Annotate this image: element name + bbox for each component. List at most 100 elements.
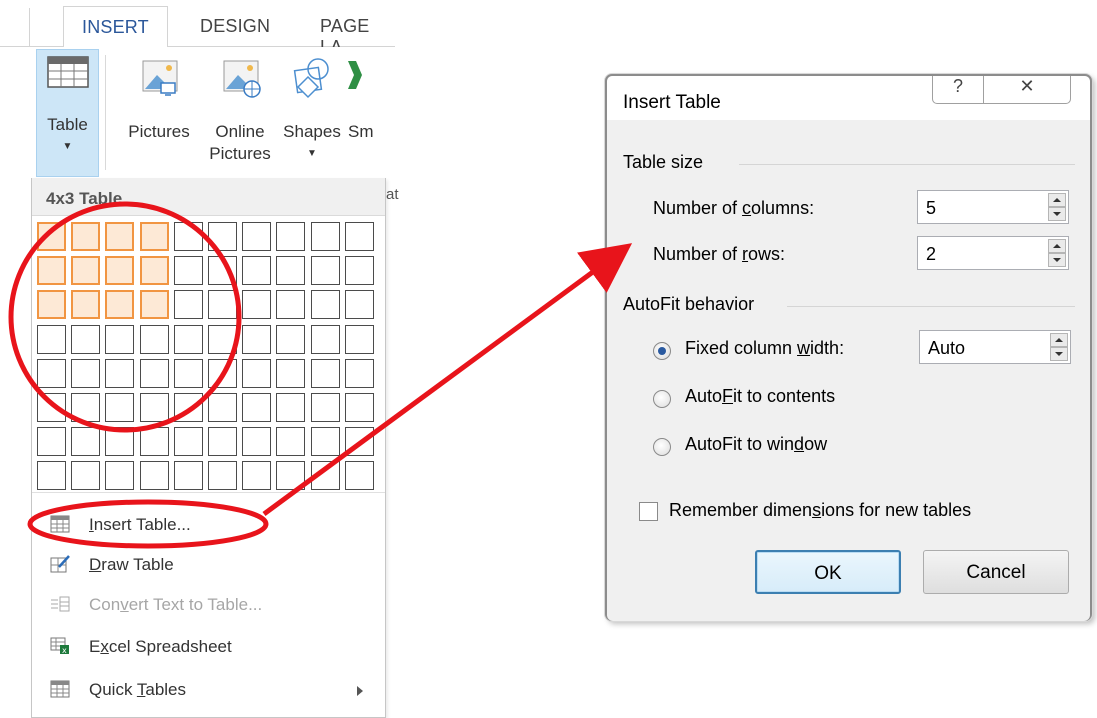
- grid-cell-selected[interactable]: [71, 222, 101, 251]
- grid-cell[interactable]: [105, 324, 135, 354]
- grid-cell-selected[interactable]: [71, 256, 101, 286]
- grid-cell[interactable]: [276, 393, 306, 422]
- rows-up-button[interactable]: [1048, 239, 1066, 253]
- grid-cell-selected[interactable]: [71, 290, 101, 320]
- menu-item-quick-tables[interactable]: Quick Tables: [32, 670, 385, 710]
- grid-cell[interactable]: [344, 358, 374, 388]
- remember-dimensions-checkbox[interactable]: [639, 502, 658, 521]
- close-button[interactable]: ✕: [983, 76, 1071, 104]
- grid-cell[interactable]: [71, 461, 101, 491]
- grid-cell[interactable]: [208, 256, 237, 286]
- cancel-button[interactable]: Cancel: [923, 550, 1069, 594]
- columns-spinner[interactable]: 5: [917, 190, 1069, 224]
- grid-cell[interactable]: [173, 393, 203, 422]
- table-button[interactable]: Table ▼: [36, 49, 99, 177]
- grid-cell[interactable]: [310, 358, 340, 388]
- grid-cell[interactable]: [173, 358, 203, 388]
- grid-cell[interactable]: [242, 290, 272, 320]
- menu-item-convert-text[interactable]: Convert Text to Table...: [32, 585, 385, 625]
- tab-design[interactable]: DESIGN: [200, 16, 270, 37]
- grid-cell-selected[interactable]: [105, 290, 135, 320]
- grid-cell[interactable]: [276, 222, 306, 251]
- grid-cell[interactable]: [276, 427, 306, 457]
- grid-cell-selected[interactable]: [139, 256, 169, 286]
- grid-cell[interactable]: [344, 461, 374, 491]
- grid-cell-selected[interactable]: [139, 222, 169, 251]
- grid-cell[interactable]: [71, 393, 101, 422]
- grid-cell[interactable]: [208, 222, 237, 251]
- grid-cell[interactable]: [344, 222, 374, 251]
- menu-item-draw-table[interactable]: Draw Table: [32, 545, 385, 585]
- columns-down-button[interactable]: [1048, 207, 1066, 221]
- grid-cell[interactable]: [344, 256, 374, 286]
- grid-cell[interactable]: [173, 461, 203, 491]
- grid-cell[interactable]: [105, 393, 135, 422]
- grid-cell[interactable]: [139, 324, 169, 354]
- grid-cell-selected[interactable]: [37, 222, 66, 251]
- grid-cell[interactable]: [242, 358, 272, 388]
- grid-cell[interactable]: [344, 393, 374, 422]
- grid-cell[interactable]: [139, 461, 169, 491]
- smartart-button[interactable]: Sm: [346, 55, 395, 143]
- autofit-contents-radio[interactable]: [653, 390, 671, 408]
- grid-cell[interactable]: [208, 461, 237, 491]
- grid-cell[interactable]: [71, 427, 101, 457]
- grid-cell-selected[interactable]: [105, 222, 135, 251]
- grid-cell[interactable]: [173, 222, 203, 251]
- grid-cell[interactable]: [310, 393, 340, 422]
- grid-cell[interactable]: [310, 256, 340, 286]
- grid-cell[interactable]: [310, 461, 340, 491]
- grid-cell[interactable]: [276, 256, 306, 286]
- grid-cell-selected[interactable]: [37, 256, 66, 286]
- grid-cell[interactable]: [105, 358, 135, 388]
- grid-cell[interactable]: [105, 461, 135, 491]
- grid-cell[interactable]: [310, 222, 340, 251]
- grid-cell[interactable]: [37, 461, 66, 491]
- grid-cell[interactable]: [276, 324, 306, 354]
- grid-cell[interactable]: [139, 358, 169, 388]
- grid-cell[interactable]: [242, 222, 272, 251]
- pictures-button[interactable]: Pictures: [120, 55, 198, 143]
- grid-cell[interactable]: [37, 427, 66, 457]
- grid-cell[interactable]: [310, 427, 340, 457]
- grid-cell[interactable]: [310, 324, 340, 354]
- ok-button[interactable]: OK: [755, 550, 901, 594]
- grid-cell[interactable]: [208, 427, 237, 457]
- grid-cell[interactable]: [208, 393, 237, 422]
- menu-item-excel-spreadsheet[interactable]: x Excel Spreadsheet: [32, 627, 385, 667]
- grid-cell[interactable]: [242, 427, 272, 457]
- menu-item-insert-table[interactable]: Insert Table...: [32, 505, 385, 545]
- grid-cell[interactable]: [276, 290, 306, 320]
- width-up-button[interactable]: [1050, 333, 1068, 347]
- grid-cell[interactable]: [242, 393, 272, 422]
- grid-cell[interactable]: [310, 290, 340, 320]
- shapes-button[interactable]: Shapes ▼: [282, 55, 342, 165]
- rows-down-button[interactable]: [1048, 253, 1066, 267]
- grid-cell[interactable]: [71, 358, 101, 388]
- grid-cell-selected[interactable]: [139, 290, 169, 320]
- grid-cell[interactable]: [242, 256, 272, 286]
- columns-up-button[interactable]: [1048, 193, 1066, 207]
- grid-cell[interactable]: [173, 256, 203, 286]
- grid-cell[interactable]: [242, 461, 272, 491]
- grid-cell[interactable]: [344, 427, 374, 457]
- grid-cell[interactable]: [37, 324, 66, 354]
- grid-cell[interactable]: [344, 324, 374, 354]
- online-pictures-button[interactable]: Online Pictures: [204, 55, 276, 165]
- grid-cell[interactable]: [208, 290, 237, 320]
- grid-cell[interactable]: [344, 290, 374, 320]
- fixed-width-radio[interactable]: [653, 342, 671, 360]
- grid-cell-selected[interactable]: [105, 256, 135, 286]
- rows-spinner[interactable]: 2: [917, 236, 1069, 270]
- grid-cell[interactable]: [37, 393, 66, 422]
- fixed-width-spinner[interactable]: Auto: [919, 330, 1071, 364]
- grid-cell[interactable]: [208, 358, 237, 388]
- grid-cell[interactable]: [173, 427, 203, 457]
- grid-cell[interactable]: [105, 427, 135, 457]
- autofit-window-radio[interactable]: [653, 438, 671, 456]
- grid-cell[interactable]: [276, 358, 306, 388]
- tab-insert[interactable]: INSERT: [63, 6, 168, 48]
- grid-cell[interactable]: [139, 427, 169, 457]
- grid-cell-selected[interactable]: [37, 290, 66, 320]
- help-button[interactable]: ?: [932, 76, 984, 104]
